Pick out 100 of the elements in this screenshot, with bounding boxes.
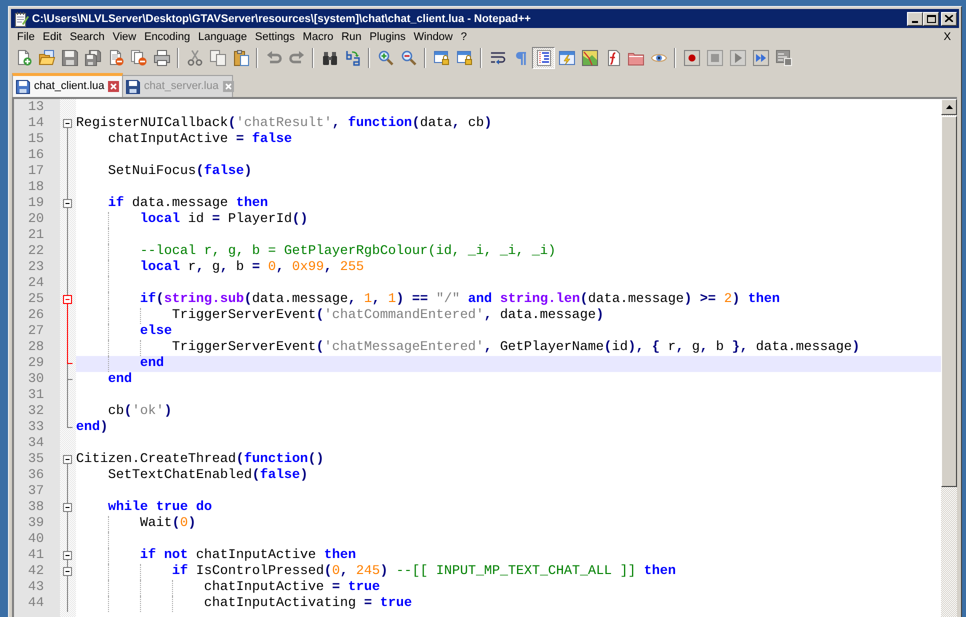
line-number: 17 — [28, 164, 44, 180]
line-number: 32 — [28, 404, 44, 420]
menu-item[interactable]: Settings — [251, 30, 299, 44]
line-number: 22 — [28, 244, 44, 260]
menu-item[interactable]: Run — [337, 30, 366, 44]
line-number: 24 — [28, 276, 44, 292]
new-file-icon — [16, 50, 32, 66]
replace-icon — [344, 50, 360, 66]
undo-icon — [266, 50, 282, 66]
close-icon[interactable] — [108, 81, 120, 92]
redo-icon — [288, 50, 304, 66]
record-icon — [684, 50, 700, 66]
menu-item[interactable]: ? — [456, 30, 471, 44]
menu-item[interactable]: View — [108, 30, 140, 44]
maximize-button[interactable] — [923, 12, 939, 26]
floppies-icon — [84, 50, 100, 66]
zoom-in-icon — [378, 50, 394, 66]
copy-icon — [210, 50, 226, 66]
collapse-icon[interactable] — [63, 567, 72, 576]
menu-item[interactable]: Macro — [298, 30, 338, 44]
collapse-icon[interactable] — [63, 199, 72, 208]
line-number: 19 — [28, 196, 44, 212]
line-number: 37 — [28, 484, 44, 500]
code-line: end — [140, 356, 164, 372]
scrollbar[interactable] — [941, 99, 957, 617]
line-number: 36 — [28, 468, 44, 484]
lightning-window-icon — [558, 50, 574, 66]
pages-minus-icon — [130, 50, 146, 66]
list-window-icon — [776, 50, 792, 66]
line-number: 20 — [28, 212, 44, 228]
code-line: local r, g, b = 0, 0x99, 255 — [140, 260, 364, 276]
menu-item[interactable]: Encoding — [140, 30, 194, 44]
collapse-icon[interactable] — [63, 551, 72, 560]
notepad-icon — [13, 10, 29, 26]
code-line: chatInputActive = false — [108, 132, 292, 148]
line-number: 43 — [28, 580, 44, 596]
indent-guide-icon — [536, 50, 552, 66]
fold-end-line — [67, 356, 73, 364]
line-number: 34 — [28, 436, 44, 452]
code-line: chatInputActivating = true — [204, 596, 412, 612]
word-wrap-icon — [490, 50, 506, 66]
file-tab[interactable]: chat_client.lua — [12, 73, 123, 97]
code-line: Wait(0) — [140, 516, 196, 532]
lock-window-icon — [434, 50, 450, 66]
fold-end-line — [67, 372, 73, 380]
code-line: end — [108, 372, 132, 388]
code-line: if(string.sub(data.message, 1, 1) == "/" and string.len(data.message) >= 2) then — [140, 292, 780, 308]
line-number: 13 — [28, 100, 44, 116]
code-line: while true do — [108, 500, 212, 516]
floppy-icon — [16, 80, 30, 94]
code-line: TriggerServerEvent('chatMessageEntered', GetPlayerName(id), { r, g, b }, data.message) — [172, 340, 860, 356]
line-number: 38 — [28, 500, 44, 516]
menu-item[interactable]: Plugins — [366, 30, 410, 44]
toolbar-button[interactable] — [532, 47, 555, 69]
line-number: 26 — [28, 308, 44, 324]
folder-icon — [38, 50, 54, 66]
line-number: 23 — [28, 260, 44, 276]
line-number: 41 — [28, 548, 44, 564]
code-line: RegisterNUICallback('chatResult', function(data, cb) — [76, 116, 492, 132]
collapse-icon[interactable] — [63, 503, 72, 512]
scrollbar-thumb[interactable] — [941, 116, 957, 487]
menu-item[interactable]: Search — [66, 30, 109, 44]
code-line: cb('ok') — [108, 404, 172, 420]
line-number: 29 — [28, 356, 44, 372]
fold-line — [67, 364, 68, 372]
window-title: C:\Users\NLVLServer\Desktop\GTAVServer\resources\[system]\chat\chat_client.lua - Notepad++ — [32, 12, 531, 26]
lock-window-icon — [456, 50, 472, 66]
scroll-up-button[interactable] — [941, 99, 957, 115]
menu-item[interactable]: Language — [194, 30, 252, 44]
caret-up-icon — [946, 105, 952, 109]
code-line: if IsControlPressed(0, 245) --[[ INPUT_MP_TEXT_CHAT_ALL ]] then — [172, 564, 676, 580]
clipboard-icon — [232, 50, 248, 66]
page-minus-icon — [108, 50, 124, 66]
printer-icon — [154, 50, 170, 66]
code-line: if not chatInputActive then — [140, 548, 356, 564]
close-button[interactable] — [941, 12, 957, 26]
line-number: 35 — [28, 452, 44, 468]
collapse-icon[interactable] — [63, 119, 72, 128]
line-number: 39 — [28, 516, 44, 532]
line-number: 40 — [28, 532, 44, 548]
floppy-icon — [126, 80, 140, 94]
line-number: 18 — [28, 180, 44, 196]
collapse-icon[interactable] — [63, 455, 72, 464]
minimize-button[interactable] — [907, 12, 923, 26]
menu-item[interactable]: File — [13, 30, 39, 44]
play-icon — [730, 50, 746, 66]
line-number: 27 — [28, 324, 44, 340]
line-number: 44 — [28, 596, 44, 612]
close-document-button[interactable]: X — [942, 30, 953, 44]
line-number: 31 — [28, 388, 44, 404]
line-number: 42 — [28, 564, 44, 580]
menu-item[interactable]: Window — [410, 30, 457, 44]
code-line: TriggerServerEvent('chatCommandEntered', data.message) — [172, 308, 604, 324]
line-number: 25 — [28, 292, 44, 308]
code-line: SetNuiFocus(false) — [108, 164, 252, 180]
menu-item[interactable]: Edit — [38, 30, 66, 44]
folder-icon — [628, 50, 644, 66]
floppy-icon — [62, 50, 78, 66]
code-line: end) — [76, 420, 108, 436]
close-icon[interactable] — [222, 81, 234, 92]
